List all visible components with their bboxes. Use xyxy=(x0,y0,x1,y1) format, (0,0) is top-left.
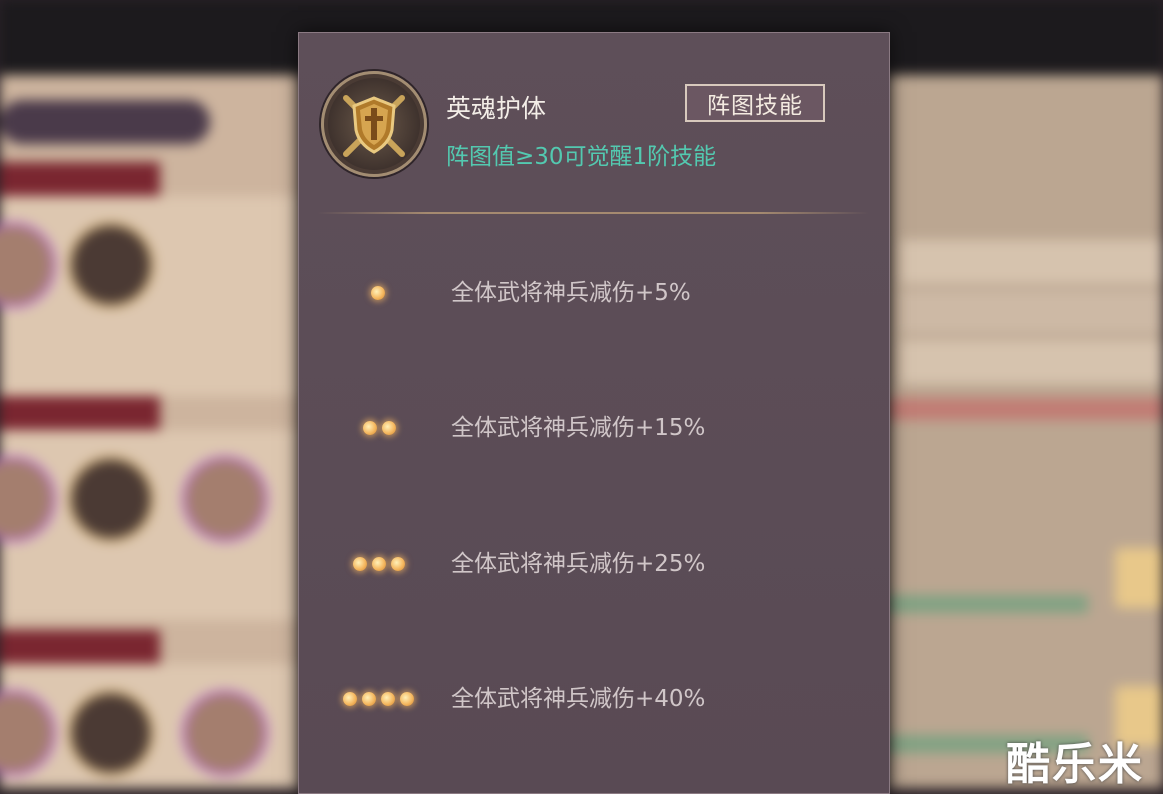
skill-detail-panel: 英魂护体 阵图技能 阵图值≥30可觉醒1阶技能 全体武将神兵减伤+5% 全体武将… xyxy=(298,32,890,794)
level-dot xyxy=(343,692,357,706)
skill-type-badge: 阵图技能 xyxy=(685,84,825,122)
level-dot xyxy=(391,557,405,571)
level-dot xyxy=(363,421,377,435)
level-effect-2: 全体武将神兵减伤+15% xyxy=(451,415,706,441)
level-dot xyxy=(382,421,396,435)
level-dot xyxy=(362,692,376,706)
skill-name: 英魂护体 xyxy=(446,94,547,123)
level-dot xyxy=(371,286,385,300)
divider xyxy=(317,212,869,214)
level-effect-4: 全体武将神兵减伤+40% xyxy=(451,686,706,712)
level-dots-2 xyxy=(363,398,396,458)
skill-emblem xyxy=(321,71,427,177)
level-effect-3: 全体武将神兵减伤+25% xyxy=(451,551,706,577)
watermark: 酷乐米 xyxy=(1006,739,1144,790)
level-effect-1: 全体武将神兵减伤+5% xyxy=(451,280,691,306)
skill-level-row-4: 全体武将神兵减伤+40% xyxy=(299,669,887,729)
level-dot xyxy=(400,692,414,706)
level-dots-4 xyxy=(343,669,414,729)
level-dot xyxy=(381,692,395,706)
skill-unlock-condition: 阵图值≥30可觉醒1阶技能 xyxy=(446,144,717,170)
skill-level-row-2: 全体武将神兵减伤+15% xyxy=(299,398,887,458)
level-dots-1 xyxy=(371,263,385,323)
level-dot xyxy=(353,557,367,571)
level-dot xyxy=(372,557,386,571)
skill-level-row-3: 全体武将神兵减伤+25% xyxy=(299,534,887,594)
skill-level-row-1: 全体武将神兵减伤+5% xyxy=(299,263,887,323)
level-dots-3 xyxy=(353,534,405,594)
